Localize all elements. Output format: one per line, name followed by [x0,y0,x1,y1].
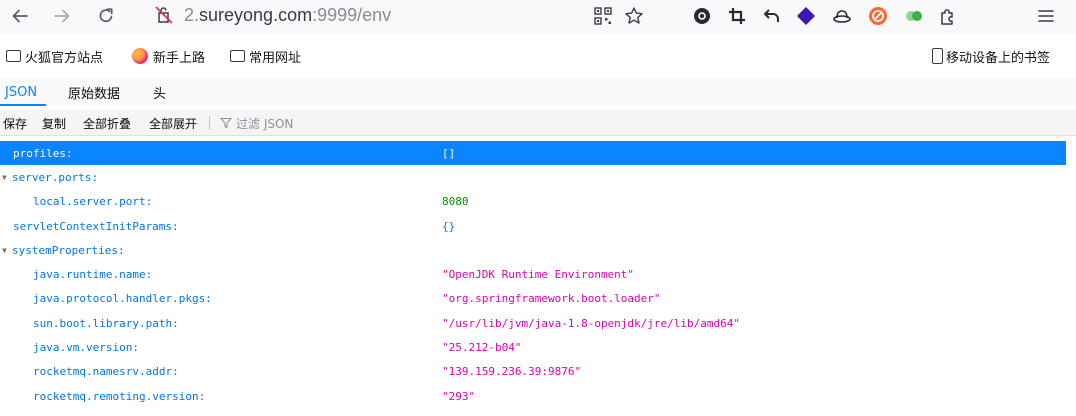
url-text[interactable]: 2.sureyong.com:9999/env [184,5,391,26]
expand-toggle-icon[interactable]: ▼ [2,173,7,182]
site-permissions-button[interactable] [150,5,178,25]
json-key: rocketmq.remoting.version: [33,389,206,403]
star-icon [625,7,643,24]
json-row[interactable]: sun.boot.library.path: "/usr/lib/jvm/java… [0,311,1066,335]
json-key: sun.boot.library.path: [33,316,179,330]
json-key: local.server.port: [33,195,153,209]
json-key: java.protocol.handler.pkgs: [33,292,212,306]
json-key: servletContextInitParams: [13,219,179,233]
reload-button[interactable] [94,4,118,28]
tab-json[interactable]: JSON [5,78,37,106]
ublock-icon [694,8,710,24]
diamond-icon [797,7,815,25]
extension-button-7[interactable] [902,4,926,28]
json-value: "org.springframework.boot.loader" [442,292,661,306]
json-row[interactable]: profiles: [] [0,141,1066,166]
json-key: java.runtime.name: [33,268,153,282]
json-toolbar: 保存 复制 全部折叠 全部展开 过滤 JSON [0,110,1076,136]
extension-button-4[interactable] [794,4,818,28]
tab-headers[interactable]: 头 [153,78,166,106]
arrow-right-icon [54,9,70,23]
undo-arrow-icon [764,9,779,22]
puzzle-icon [941,9,953,25]
bookmark-label: 新手上路 [153,50,206,66]
active-tab-indicator [0,104,46,106]
bookmark-label: 火狐官方站点 [25,50,104,66]
json-key: java.vm.version: [33,341,139,355]
save-button[interactable]: 保存 [3,114,27,132]
bookmark-item[interactable]: 火狐官方站点 [6,46,103,66]
forward-button[interactable] [50,4,74,28]
green-leaf-icon [906,11,922,21]
hamburger-menu-icon [1038,10,1054,22]
json-row[interactable]: ▼ systemProperties: [0,238,1066,262]
mobile-bookmarks[interactable]: 移动设备上的书签 [932,46,1050,66]
folder-icon [6,50,21,62]
json-key: systemProperties: [12,243,125,257]
json-value: "25.212-b04" [442,341,522,355]
json-row[interactable]: java.protocol.handler.pkgs: "org.springfr… [0,287,1066,311]
json-key: rocketmq.namesrv.addr: [33,365,179,379]
arrow-left-icon [12,9,28,23]
app-menu-button[interactable] [1034,4,1058,28]
json-value: "/usr/lib/jvm/java-1.8-openjdk/jre/lib/a… [442,316,741,330]
viewer-tabs: JSON 原始数据 头 [0,78,1076,106]
extension-button-6[interactable] [866,4,890,28]
bookmark-item[interactable]: 新手上路 [132,46,205,66]
navigation-bar: 2.sureyong.com:9999/env [0,0,1076,34]
bookmark-label: 移动设备上的书签 [946,50,1051,66]
copy-button[interactable]: 复制 [42,114,66,132]
extension-button-3[interactable] [760,4,784,28]
bookmark-label: 常用网址 [249,50,302,66]
qr-code-icon [594,7,612,25]
json-row[interactable]: servletContextInitParams: {} [0,214,1066,238]
url-domain: sureyong.com [199,4,313,25]
json-row[interactable]: java.runtime.name: "OpenJDK Runtime Envir… [0,262,1066,286]
json-value: "293" [442,389,476,403]
url-prefix: 2. [184,4,200,25]
json-row[interactable]: local.server.port: 8080 [0,190,1066,214]
extension-button-2[interactable] [725,4,749,28]
extension-button-1[interactable] [690,4,714,28]
json-key: profiles: [13,146,73,160]
back-button[interactable] [8,4,32,28]
json-row[interactable]: rocketmq.remoting.version: "293" [0,384,1066,408]
json-row[interactable]: rocketmq.namesrv.addr: "139.159.236.39:98… [0,360,1066,384]
json-value: {} [442,219,456,233]
tab-raw-data[interactable]: 原始数据 [68,78,120,106]
qr-code-button[interactable] [591,4,615,28]
expand-all-button[interactable]: 全部展开 [149,114,197,132]
json-value: 8080 [442,195,469,209]
json-row[interactable]: java.vm.version: "25.212-b04" [0,335,1066,359]
expand-toggle-icon[interactable]: ▼ [2,246,7,255]
blocked-icon [869,7,887,25]
json-value: "139.159.236.39:9876" [442,365,582,379]
extension-button-5[interactable] [830,4,854,28]
bookmark-star-button[interactable] [622,4,646,28]
address-bar[interactable]: 2.sureyong.com:9999/env [150,0,650,30]
toolbar-divider [209,116,210,130]
hat-icon [833,10,851,23]
extensions-button[interactable] [936,4,960,28]
json-tree: profiles: [] ▼ server.ports: local.server.po… [0,141,1066,408]
site-permissions-icon [155,6,173,24]
json-value: [] [442,146,456,160]
filter-placeholder: 过滤 JSON [236,116,294,131]
filter-icon [220,117,232,129]
collapse-all-button[interactable]: 全部折叠 [83,114,131,132]
json-value: "OpenJDK Runtime Environment" [442,268,635,282]
folder-icon [230,50,245,62]
mobile-device-icon [932,48,943,64]
filter-json-input[interactable]: 过滤 JSON [220,114,293,132]
bookmarks-toolbar: 火狐官方站点 新手上路 常用网址 移动设备上的书签 [0,40,1076,72]
crop-icon [729,8,745,24]
firefox-logo-icon [132,48,148,64]
json-row[interactable]: ▼ server.ports: [0,165,1066,189]
bookmark-item[interactable]: 常用网址 [230,46,301,66]
json-key: server.ports: [12,170,99,184]
url-suffix: :9999/env [312,4,392,25]
reload-icon [99,8,113,23]
